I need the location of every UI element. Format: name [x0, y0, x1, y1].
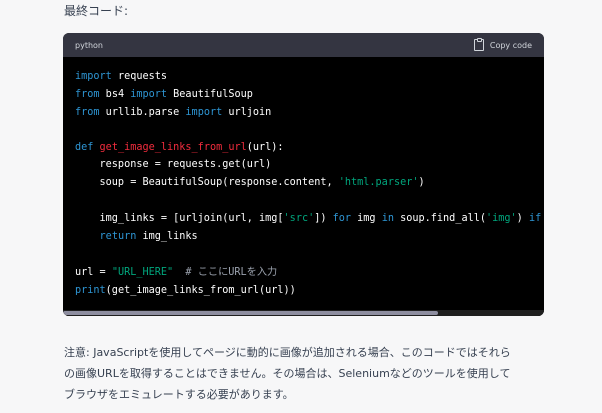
code-token: urljoin: [222, 107, 272, 118]
note-line: の画像URLを取得することはできません。その場合は、Seleniumなどのツール…: [64, 367, 511, 380]
code-token: soup = BeautifulSoup(response.content,: [75, 177, 339, 188]
code-line: url = "URL_HERE" # ここにURLを入力: [75, 266, 277, 280]
code-line: img_links = [urljoin(url, img['src']) fo…: [75, 212, 542, 226]
code-line: import requests: [75, 70, 167, 84]
code-line: def get_image_links_from_url(url):: [75, 141, 284, 155]
code-line: from urllib.parse import urljoin: [75, 106, 271, 120]
code-line: print(get_image_links_from_url(url)): [75, 284, 296, 298]
code-token: from: [75, 89, 100, 100]
code-token: get_image_links_from_url: [99, 142, 247, 153]
code-line: return img_links: [75, 230, 198, 244]
code-token: if: [528, 213, 542, 224]
note-line: ブラウザをエミュレートする必要があります。: [64, 388, 294, 401]
scrollbar-thumb[interactable]: [63, 311, 439, 315]
code-token: ]): [314, 213, 333, 224]
code-token: in: [381, 213, 394, 224]
code-token: url =: [75, 267, 112, 278]
explanation-note: 注意: JavaScriptを使用してページに動的に画像が追加される場合、このコ…: [64, 342, 549, 405]
code-language-label: python: [75, 40, 103, 50]
code-token: BeautifulSoup: [167, 89, 253, 100]
code-token: ): [418, 177, 425, 188]
code-line: from bs4 import BeautifulSoup: [75, 88, 253, 102]
code-token: urllib.parse: [99, 107, 186, 118]
code-token: import: [75, 71, 112, 82]
code-block: python Copy code import requests from bs4…: [63, 33, 544, 316]
clipboard-icon: [473, 38, 484, 51]
code-token: for: [332, 213, 352, 224]
code-token: soup.find_all(: [393, 213, 486, 224]
code-token: "URL_HERE": [111, 267, 174, 278]
section-heading: 最終コード:: [64, 4, 129, 18]
code-token: img_links: [136, 231, 198, 242]
copy-code-button[interactable]: Copy code: [473, 38, 532, 51]
code-token: img: [351, 213, 382, 224]
code-token: ): [516, 213, 529, 224]
code-token: response = requests.get(url): [75, 159, 272, 170]
code-token: (url):: [246, 142, 284, 153]
code-token: from: [75, 107, 100, 118]
code-token: import: [185, 107, 223, 118]
code-token: return: [99, 231, 137, 242]
code-token: # ここにURLを入力: [173, 267, 278, 278]
code-token: 'img': [486, 213, 517, 224]
code-token: 'html.parser': [338, 177, 419, 188]
code-line: response = requests.get(url): [75, 158, 272, 172]
code-line: soup = BeautifulSoup(response.content, '…: [75, 176, 425, 190]
code-token: requests: [111, 71, 168, 82]
code-token: (get_image_links_from_url(url)): [105, 285, 296, 296]
code-token: def: [75, 142, 94, 153]
code-token: print: [75, 285, 106, 296]
code-block-header: python Copy code: [63, 33, 544, 57]
copy-code-label: Copy code: [489, 40, 532, 50]
code-token: import: [130, 89, 168, 100]
code-token: bs4: [99, 89, 131, 100]
code-token: img_links = [urljoin(url, img[: [75, 213, 284, 224]
code-content[interactable]: import requests from bs4 import Beautiful…: [63, 57, 544, 316]
horizontal-scrollbar[interactable]: [63, 310, 544, 316]
note-line: 注意: JavaScriptを使用してページに動的に画像が追加される場合、このコ…: [64, 346, 511, 359]
code-token: 'src': [283, 213, 315, 224]
